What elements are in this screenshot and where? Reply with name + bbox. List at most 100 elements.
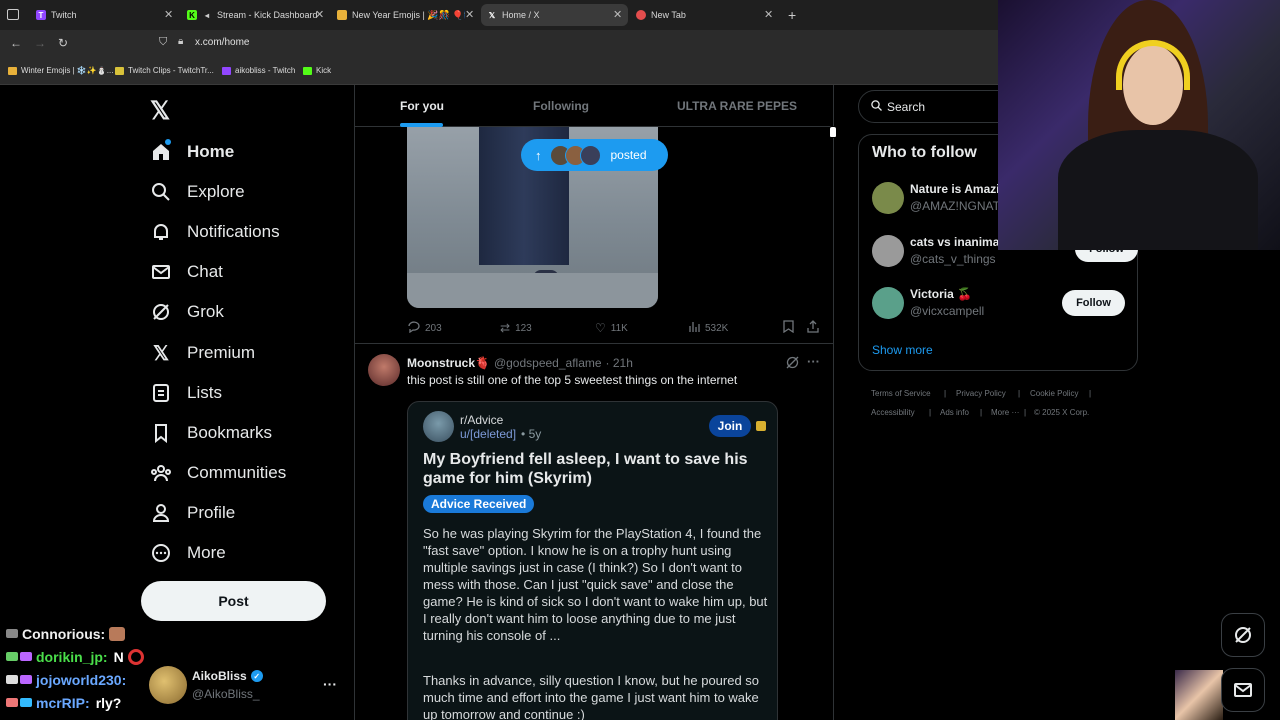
webcam-thumb (1175, 670, 1223, 720)
account-handle: @AikoBliss_ (192, 687, 260, 701)
share-icon[interactable] (807, 320, 819, 338)
search-icon (150, 181, 172, 203)
footer-accessibility[interactable]: Accessibility (871, 408, 915, 417)
tab-ultra-rare-pepes[interactable]: ULTRA RARE PEPES (677, 99, 797, 113)
chat-user: mcrRIP: (36, 694, 90, 711)
follow-button[interactable]: Follow (1062, 290, 1125, 316)
grok-icon[interactable] (786, 356, 799, 374)
follow-suggestion[interactable]: Victoria 🍒 @vicxcampell Follow (872, 287, 1127, 327)
stream-icon: ◂ (204, 10, 209, 20)
nav-communities[interactable]: Communities (150, 458, 286, 488)
avatar (872, 235, 904, 267)
nav-notifications[interactable]: Notifications (150, 217, 280, 247)
nav-grok[interactable]: Grok (150, 297, 224, 327)
avatar (872, 287, 904, 319)
tab-new-year-emojis[interactable]: New Year Emojis | 🎉🎊 🎈🎆 · (337, 4, 465, 26)
footer-ads-info[interactable]: Ads info (940, 408, 969, 417)
reddit-card[interactable]: r/Advice u/[deleted] • 5y Join My Boyfri… (407, 401, 778, 720)
forward-arrow-icon[interactable]: → (34, 36, 46, 50)
nav-explore[interactable]: Explore (150, 177, 245, 207)
bookmark-item[interactable]: Winter Emojis | ❄️✨⛄... (8, 66, 113, 75)
tab-kick-dashboard[interactable]: K ◂ Stream - Kick Dashboard (187, 4, 317, 26)
close-icon[interactable]: ✕ (315, 8, 324, 21)
join-button[interactable]: Join (709, 415, 751, 437)
tab-label: Home / X (502, 10, 540, 20)
account-name: AikoBliss ✓ (192, 669, 263, 683)
footer-terms[interactable]: Terms of Service (871, 389, 931, 398)
bookmark-label: Kick (316, 66, 332, 75)
tweet-author-handle[interactable]: @godspeed_aflame (494, 356, 602, 370)
reddit-post-title[interactable]: My Boyfriend fell asleep, I want to save… (423, 450, 763, 488)
tab-home-x[interactable]: 𝕏 Home / X (481, 4, 628, 26)
pill-label: posted (610, 148, 647, 162)
tweet-more-icon[interactable]: ··· (807, 354, 820, 369)
tweet-time[interactable]: · 21h (606, 356, 633, 370)
footer-sep: | (1024, 408, 1027, 417)
reddit-notification-icon[interactable] (756, 421, 766, 431)
chat-user: Connorious: (22, 625, 106, 642)
tweet-author-name[interactable]: Moonstruck🫀 (407, 356, 490, 370)
close-icon[interactable]: ✕ (164, 8, 173, 21)
close-icon[interactable]: ✕ (465, 8, 474, 21)
bookmark-item[interactable]: aikobliss - Twitch (222, 66, 295, 75)
lock-icon[interactable]: 🔒︎ (178, 36, 183, 47)
nav-premium[interactable]: 𝕏 Premium (150, 338, 255, 368)
reload-icon[interactable]: ↻ (58, 36, 68, 50)
bookmark-item[interactable]: Kick (303, 66, 331, 75)
like-button[interactable]: ♡ 11K (595, 321, 628, 335)
reply-button[interactable]: 203 (407, 321, 442, 336)
repost-button[interactable]: ⇄ 123 (500, 321, 532, 335)
nav-home[interactable]: Home (150, 137, 234, 167)
verified-badge-icon: ✓ (250, 670, 263, 682)
nav-profile[interactable]: Profile (150, 498, 235, 528)
chat-user: jojoworld230: (36, 671, 127, 688)
nav-more[interactable]: More (150, 538, 226, 568)
account-name-text: AikoBliss (192, 669, 247, 683)
views-button[interactable]: 532K (689, 321, 728, 335)
close-icon[interactable]: ✕ (613, 8, 622, 21)
nav-label: Notifications (187, 222, 280, 241)
kick-icon (303, 66, 312, 75)
nav-chat[interactable]: Chat (150, 257, 223, 287)
tab-list-icon[interactable] (7, 9, 19, 20)
footer-more[interactable]: More ··· (991, 408, 1019, 417)
new-posts-pill[interactable]: ↑ posted (521, 139, 668, 171)
account-menu-dots[interactable]: ··· (323, 676, 337, 692)
mail-icon (150, 261, 172, 283)
footer-cookie[interactable]: Cookie Policy (1030, 389, 1078, 398)
reddit-user[interactable]: u/[deleted] (460, 427, 516, 441)
footer-sep: | (944, 389, 947, 398)
nav-bookmarks[interactable]: Bookmarks (150, 418, 272, 448)
address-bar[interactable]: x.com/home (195, 37, 249, 48)
grok-icon (150, 301, 172, 323)
tweet-avatar[interactable] (368, 354, 400, 386)
tab-twitch[interactable]: T Twitch (36, 4, 166, 26)
people-icon (150, 462, 172, 484)
footer-sep: | (1018, 389, 1021, 398)
post-button[interactable]: Post (141, 581, 326, 621)
tab-label: Stream - Kick Dashboard (217, 10, 317, 20)
twitch-icon (222, 66, 231, 75)
tab-new-tab[interactable]: New Tab (636, 4, 766, 26)
show-more-link[interactable]: Show more (872, 343, 933, 357)
nav-lists[interactable]: Lists (150, 378, 222, 408)
nav-label: Profile (187, 503, 236, 522)
bookmark-icon[interactable] (783, 320, 794, 338)
messages-float-button[interactable] (1221, 668, 1265, 712)
bookmark-item[interactable]: Twitch Clips - TwitchTr... (115, 66, 214, 75)
new-tab-plus-icon[interactable]: + (788, 7, 796, 23)
back-arrow-icon[interactable]: ← (10, 36, 22, 50)
twitchtracker-icon (115, 66, 124, 75)
shield-icon[interactable]: ⛉ (159, 36, 167, 49)
x-logo-icon[interactable]: 𝕏 (150, 96, 170, 126)
subreddit-name[interactable]: r/Advice (460, 413, 503, 427)
like-count: 11K (610, 322, 628, 334)
close-icon[interactable]: ✕ (764, 8, 773, 21)
footer-privacy[interactable]: Privacy Policy (956, 389, 1006, 398)
grok-float-button[interactable] (1221, 613, 1265, 657)
webcam-overlay (998, 0, 1280, 250)
tab-for-you[interactable]: For you (400, 99, 444, 113)
user-name: Victoria 🍒 (910, 287, 973, 301)
footer-sep: | (929, 408, 932, 417)
tab-following[interactable]: Following (533, 99, 589, 113)
